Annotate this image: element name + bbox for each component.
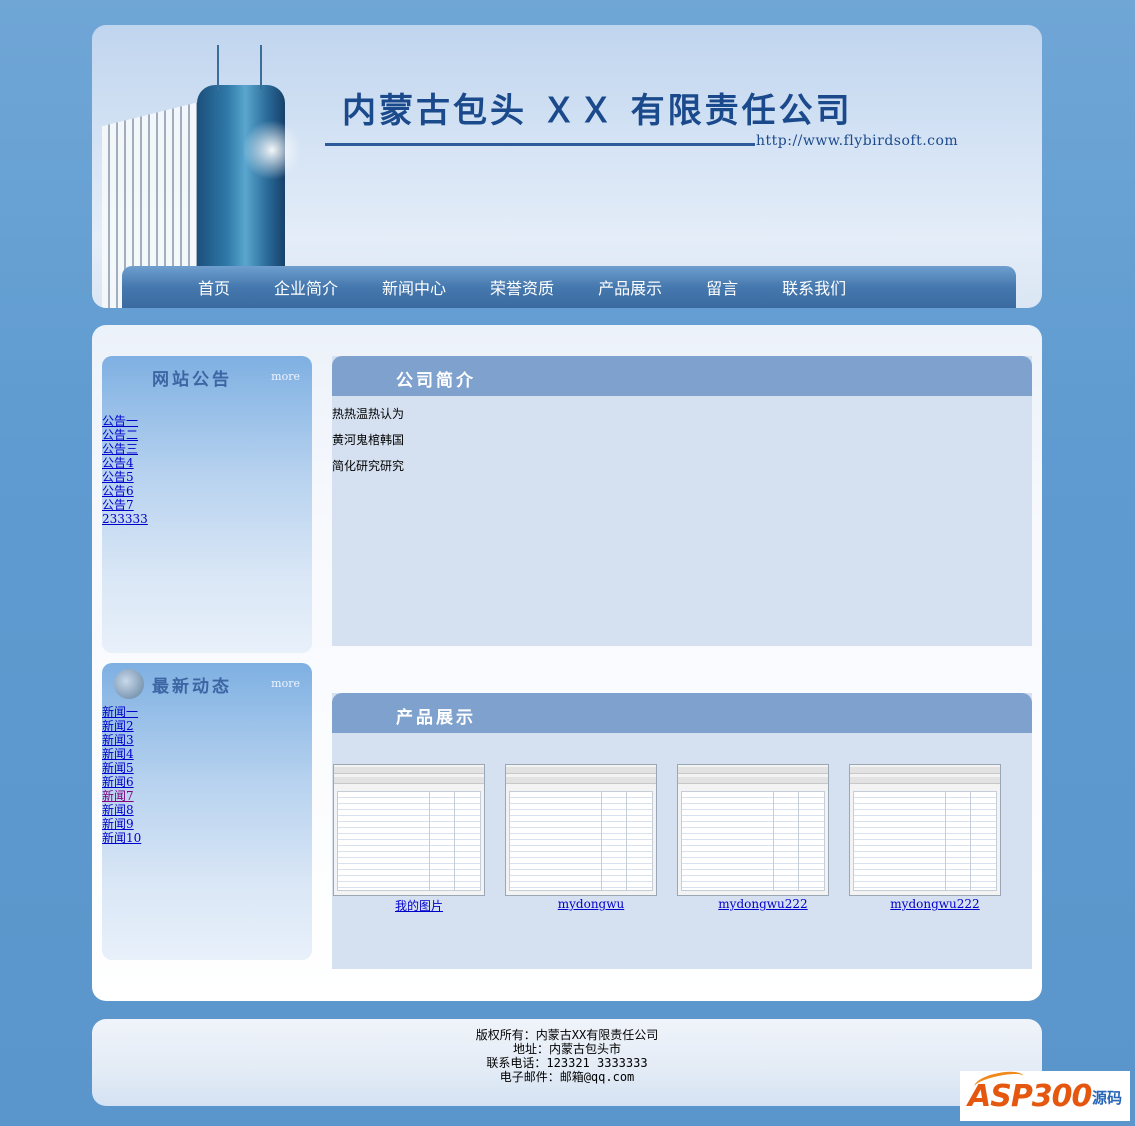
list-item: 新闻7 [102, 789, 312, 803]
announcement-link[interactable]: 公告一 [102, 414, 138, 428]
list-item: 新闻8 [102, 803, 312, 817]
sun-glare [242, 120, 302, 180]
antenna-right [260, 45, 262, 90]
intro-line: 简化研究研究 [332, 459, 405, 473]
list-item: 公告二 [102, 428, 312, 442]
main-content-area: 网站公告 more 公告一 公告二 公告三 公告4 公告5 公告6 公告7 23… [92, 325, 1042, 1001]
list-item: 新闻4 [102, 747, 312, 761]
handshake-icon [114, 669, 144, 699]
list-item: 新闻3 [102, 733, 312, 747]
announcements-panel: 网站公告 more 公告一 公告二 公告三 公告4 公告5 公告6 公告7 23… [102, 356, 312, 653]
list-item: 新闻2 [102, 719, 312, 733]
company-intro-panel: 公司简介 热热温热认为 黄河鬼棺韩国 简化研究研究 [332, 356, 1032, 646]
watermark-logo: ASP300 源码 [960, 1071, 1130, 1121]
company-url: http://www.flybirdsoft.com [756, 133, 959, 149]
nav-honors[interactable]: 荣誉资质 [490, 275, 554, 299]
main-navigation: 首页 企业简介 新闻中心 荣誉资质 产品展示 留言 联系我们 [122, 266, 1016, 308]
announcement-link[interactable]: 233333 [102, 512, 148, 526]
footer-copyright: 版权所有：内蒙古XX有限责任公司 [475, 1028, 659, 1042]
product-link[interactable]: mydongwu [558, 897, 624, 911]
product-link[interactable]: mydongwu222 [890, 897, 979, 911]
antenna-left [217, 45, 219, 90]
nav-contact[interactable]: 联系我们 [782, 275, 846, 299]
news-link[interactable]: 新闻7 [102, 789, 134, 803]
title-underline [325, 143, 755, 146]
nav-company-profile[interactable]: 企业简介 [274, 275, 338, 299]
company-intro-body: 热热温热认为 黄河鬼棺韩国 简化研究研究 [332, 396, 1032, 479]
nav-home[interactable]: 首页 [198, 275, 230, 299]
news-header: 最新动态 more [102, 663, 312, 705]
announcements-title: 网站公告 [152, 370, 232, 390]
news-more-link[interactable]: more [271, 677, 300, 690]
news-link[interactable]: 新闻5 [102, 761, 134, 775]
announcement-link[interactable]: 公告6 [102, 484, 134, 498]
product-thumbnail[interactable] [849, 764, 1001, 896]
products-grid: 我的图片 mydongwu mydongwu222 mydongwu222 [332, 764, 1032, 914]
products-panel: 产品展示 我的图片 mydongwu mydongwu222 mydongwu2… [332, 693, 1032, 969]
announcement-link[interactable]: 公告4 [102, 456, 134, 470]
intro-line: 黄河鬼棺韩国 [332, 433, 405, 447]
news-link[interactable]: 新闻6 [102, 775, 134, 789]
list-item: 233333 [102, 512, 312, 526]
list-item: 公告一 [102, 414, 312, 428]
watermark-suffix: 源码 [1092, 1089, 1123, 1107]
product-link[interactable]: 我的图片 [395, 897, 443, 914]
product-link[interactable]: mydongwu222 [718, 897, 807, 911]
list-item: 公告4 [102, 456, 312, 470]
products-header: 产品展示 [332, 693, 1032, 733]
announcement-link[interactable]: 公告5 [102, 470, 134, 484]
footer-email: 电子邮件：邮箱@qq.com [499, 1070, 635, 1084]
nav-guestbook[interactable]: 留言 [706, 275, 738, 299]
company-title: 内蒙古包头 ＸＸ 有限责任公司 [342, 91, 853, 131]
product-card: mydongwu222 [677, 764, 849, 914]
list-item: 公告6 [102, 484, 312, 498]
news-panel: 最新动态 more 新闻一 新闻2 新闻3 新闻4 新闻5 新闻6 新闻7 新闻… [102, 663, 312, 960]
news-link[interactable]: 新闻3 [102, 733, 134, 747]
news-link[interactable]: 新闻一 [102, 705, 138, 719]
company-intro-title: 公司简介 [396, 371, 476, 391]
list-item: 新闻9 [102, 817, 312, 831]
news-link[interactable]: 新闻10 [102, 831, 141, 845]
announcement-link[interactable]: 公告二 [102, 428, 138, 442]
list-item: 新闻5 [102, 761, 312, 775]
product-card: mydongwu [505, 764, 677, 914]
announcement-link[interactable]: 公告三 [102, 442, 138, 456]
footer-phone: 联系电话：123321 3333333 [486, 1056, 648, 1070]
list-item: 公告7 [102, 498, 312, 512]
announcements-list: 公告一 公告二 公告三 公告4 公告5 公告6 公告7 233333 [102, 414, 312, 526]
announcement-link[interactable]: 公告7 [102, 498, 134, 512]
news-list: 新闻一 新闻2 新闻3 新闻4 新闻5 新闻6 新闻7 新闻8 新闻9 新闻10 [102, 705, 312, 845]
news-title: 最新动态 [152, 677, 232, 697]
product-thumbnail[interactable] [505, 764, 657, 896]
header-banner: 内蒙古包头 ＸＸ 有限责任公司 http://www.flybirdsoft.c… [92, 25, 1042, 308]
company-intro-header: 公司简介 [332, 356, 1032, 396]
product-card: mydongwu222 [849, 764, 1021, 914]
footer-address: 地址：内蒙古包头市 [512, 1042, 621, 1056]
product-thumbnail[interactable] [333, 764, 485, 896]
news-link[interactable]: 新闻8 [102, 803, 134, 817]
announcements-header: 网站公告 more [102, 356, 312, 398]
news-link[interactable]: 新闻4 [102, 747, 134, 761]
product-thumbnail[interactable] [677, 764, 829, 896]
list-item: 公告5 [102, 470, 312, 484]
nav-products[interactable]: 产品展示 [598, 275, 662, 299]
news-link[interactable]: 新闻2 [102, 719, 134, 733]
intro-line: 热热温热认为 [332, 407, 405, 421]
list-item: 新闻6 [102, 775, 312, 789]
products-title: 产品展示 [396, 708, 476, 728]
list-item: 新闻一 [102, 705, 312, 719]
product-card: 我的图片 [333, 764, 505, 914]
watermark-brand: ASP300 [968, 1079, 1092, 1114]
list-item: 公告三 [102, 442, 312, 456]
news-link[interactable]: 新闻9 [102, 817, 134, 831]
footer: 版权所有：内蒙古XX有限责任公司 地址：内蒙古包头市 联系电话：123321 3… [92, 1019, 1042, 1106]
nav-news-center[interactable]: 新闻中心 [382, 275, 446, 299]
footer-info: 版权所有：内蒙古XX有限责任公司 地址：内蒙古包头市 联系电话：123321 3… [92, 1019, 1042, 1084]
list-item: 新闻10 [102, 831, 312, 845]
announcements-more-link[interactable]: more [271, 370, 300, 383]
